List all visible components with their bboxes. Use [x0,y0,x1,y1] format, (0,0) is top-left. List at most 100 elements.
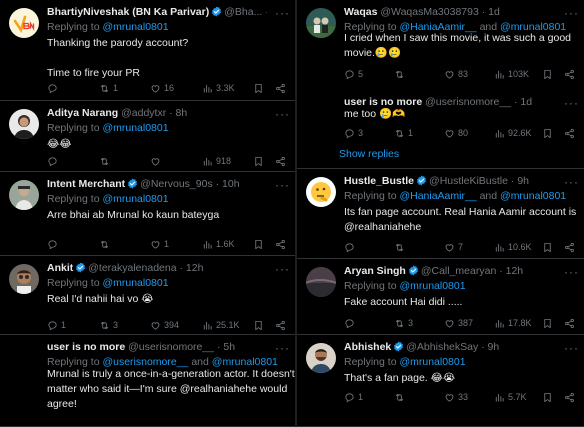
avatar[interactable] [9,264,39,294]
share-button[interactable] [564,316,575,330]
timestamp[interactable]: · 1d [482,6,500,18]
views-button[interactable]: 103K [494,67,529,81]
user-handle[interactable]: @Bha... [224,6,262,18]
reply-tweet[interactable]: Hustle_Bustle @HustleKiBustle · 9h ··· Repl… [297,169,584,259]
mention-link[interactable]: @mrunal0801 [102,277,168,289]
timestamp[interactable]: · 5h [217,341,235,353]
retweet-button[interactable] [394,390,408,404]
reply-tweet[interactable]: BhartiyNiveshak (BN Ka Parivar) @Bha... ·… [0,0,295,101]
display-name[interactable]: Aryan Singh [344,265,406,277]
more-options-icon[interactable]: ··· [564,176,579,188]
user-handle[interactable]: @addytxr [121,107,166,119]
mention-link[interactable]: @mrunal0801 [102,193,168,205]
more-options-icon[interactable]: ··· [564,7,579,19]
bookmark-button[interactable] [253,318,264,332]
user-handle[interactable]: @HustleKiBustle [429,175,508,187]
reply-tweet[interactable]: user is no more @userisnomore__ · 5h ··· R… [0,335,295,427]
timestamp[interactable]: · 10h [265,6,267,18]
display-name[interactable]: user is no more [47,341,125,353]
timestamp[interactable]: · 9h [511,175,529,187]
like-button[interactable] [150,154,164,168]
bookmark-button[interactable] [542,67,553,81]
reply-button[interactable]: 3 [344,126,363,140]
like-button[interactable]: 7 [444,240,463,254]
share-button[interactable] [564,67,575,81]
bookmark-button[interactable] [253,154,264,168]
views-button[interactable]: 92.6K [494,126,532,140]
mention-link[interactable]: @mrunal0801 [399,280,465,292]
timestamp[interactable]: · 10h [216,178,240,190]
share-button[interactable] [275,154,286,168]
user-handle[interactable]: @AbhishekSay [406,341,478,353]
like-button[interactable]: 16 [150,81,174,95]
timestamp[interactable]: · 12h [499,265,523,277]
more-options-icon[interactable]: ··· [275,7,290,19]
bookmark-button[interactable] [542,240,553,254]
more-options-icon[interactable]: ··· [275,179,290,191]
views-button[interactable]: 918 [202,154,231,168]
more-options-icon[interactable]: ··· [275,263,290,275]
bookmark-button[interactable] [253,81,264,95]
share-button[interactable] [275,237,286,251]
timestamp[interactable]: · 8h [169,107,187,119]
like-button[interactable]: 80 [444,126,468,140]
more-options-icon[interactable]: ··· [275,342,290,354]
views-button[interactable]: 1.6K [202,237,235,251]
reply-button[interactable] [344,240,358,254]
reply-tweet[interactable]: Waqas @WaqasMa3038793 · 1d ··· Replying to… [297,0,584,90]
share-button[interactable] [564,390,575,404]
reply-tweet[interactable]: Intent Merchant @Nervous_90s · 10h ··· Repl… [0,172,295,256]
more-options-icon[interactable]: ··· [564,266,579,278]
avatar[interactable] [9,8,39,38]
reply-button[interactable]: 1 [344,390,363,404]
reply-tweet[interactable]: Aryan Singh @Call_mearyan · 12h ··· Replyin… [297,259,584,335]
views-button[interactable]: 17.8K [494,316,532,330]
display-name[interactable]: Waqas [344,6,377,18]
like-button[interactable]: 33 [444,390,468,404]
display-name[interactable]: BhartiyNiveshak (BN Ka Parivar) [47,6,209,18]
display-name[interactable]: Ankit [47,262,73,274]
retweet-button[interactable]: 1 [99,81,118,95]
avatar[interactable] [306,267,336,297]
reply-tweet[interactable]: Abhishek @AbhishekSay · 9h ··· Replying to … [297,335,584,427]
mention-link[interactable]: @mrunal0801 [102,21,168,33]
reply-button[interactable]: 1 [47,318,66,332]
more-options-icon[interactable]: ··· [564,342,579,354]
reply-tweet[interactable]: user is no more @userisnomore__ · 1d ··· m… [297,90,584,169]
retweet-button[interactable] [99,154,113,168]
reply-button[interactable] [47,81,61,95]
user-handle[interactable]: @userisnomore__ [128,341,214,353]
views-button[interactable]: 5.7K [494,390,527,404]
avatar[interactable] [306,8,336,38]
display-name[interactable]: Hustle_Bustle [344,175,414,187]
retweet-button[interactable]: 1 [394,126,413,140]
share-button[interactable] [564,240,575,254]
like-button[interactable]: 387 [444,316,473,330]
retweet-button[interactable]: 3 [99,318,118,332]
reply-button[interactable]: 5 [344,67,363,81]
reply-button[interactable] [47,154,61,168]
retweet-button[interactable] [394,67,408,81]
user-handle[interactable]: @Call_mearyan [421,265,496,277]
reply-tweet[interactable]: Aditya Narang @addytxr · 8h ··· Replying t… [0,101,295,172]
show-replies-link[interactable]: Show replies [339,148,399,160]
retweet-button[interactable] [394,240,408,254]
avatar[interactable] [9,109,39,139]
bookmark-button[interactable] [542,316,553,330]
like-button[interactable]: 83 [444,67,468,81]
views-button[interactable]: 25.1K [202,318,240,332]
mention-link[interactable]: @mrunal0801 [102,122,168,134]
views-button[interactable]: 10.6K [494,240,532,254]
mention-link[interactable]: @HaniaAamir__ [399,190,476,202]
retweet-button[interactable]: 3 [394,316,413,330]
bookmark-button[interactable] [542,126,553,140]
views-button[interactable]: 3.3K [202,81,235,95]
display-name[interactable]: Aditya Narang [47,107,118,119]
more-options-icon[interactable]: ··· [275,108,290,120]
like-button[interactable]: 394 [150,318,179,332]
user-handle[interactable]: @Nervous_90s [140,178,213,190]
bookmark-button[interactable] [253,237,264,251]
avatar[interactable] [306,343,336,373]
user-handle[interactable]: @terakyalenadena [88,262,176,274]
display-name[interactable]: Abhishek [344,341,391,353]
